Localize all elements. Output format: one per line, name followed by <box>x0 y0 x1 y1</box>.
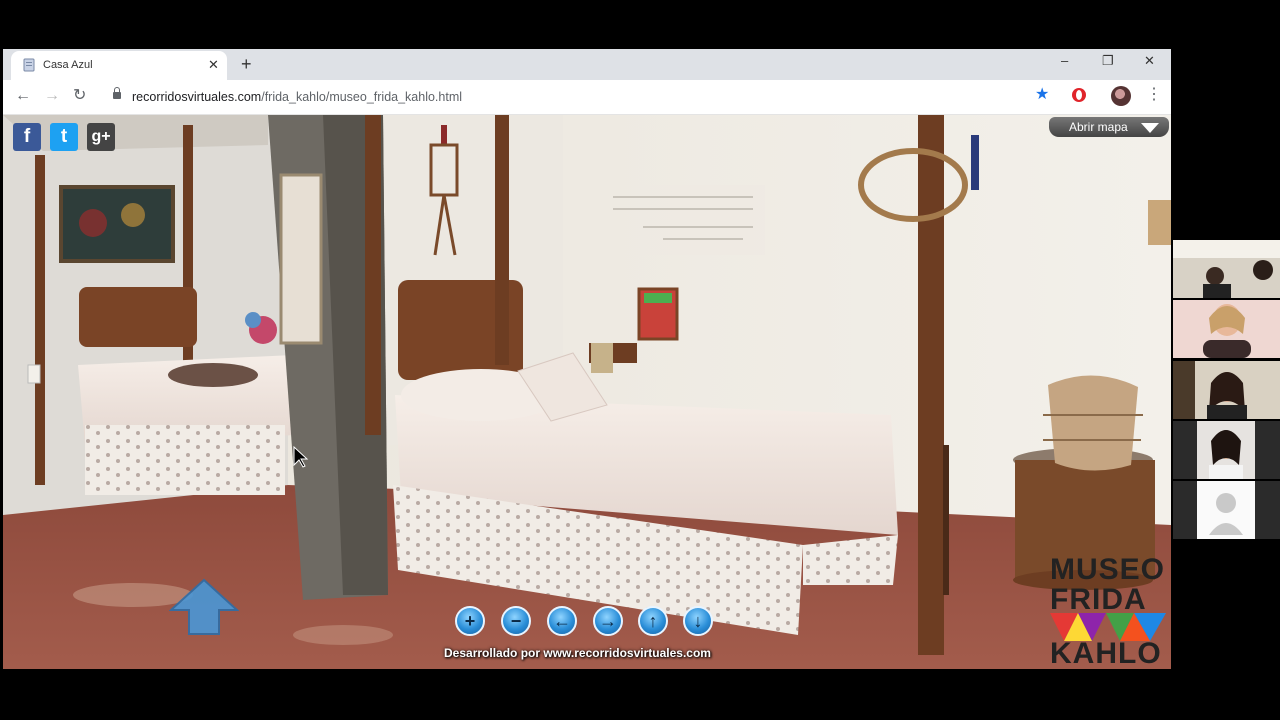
pan-left-button[interactable]: ← <box>547 606 577 636</box>
logo-line-frida: FRIDA <box>1050 583 1147 616</box>
participant-tile-5[interactable] <box>1173 481 1280 539</box>
address-bar[interactable]: recorridosvirtuales.com/frida_kahlo/muse… <box>103 84 1053 110</box>
window-close-icon[interactable]: ✕ <box>1144 53 1155 69</box>
participant-tile-2[interactable] <box>1173 300 1280 358</box>
panorama-viewport[interactable]: f t g+ Abrir mapa + − ← → ↑ ↓ Desarrolla… <box>3 115 1171 669</box>
tab-close-icon[interactable]: ✕ <box>208 58 219 72</box>
triangle-down-icon <box>1141 123 1159 133</box>
browser-window: Casa Azul ✕ + – ❐ ✕ ← → ↻ recorridosvirt… <box>3 49 1171 669</box>
facebook-icon[interactable]: f <box>13 123 41 151</box>
profile-avatar-icon[interactable] <box>1111 86 1131 106</box>
logo-line-museo: MUSEO <box>1050 553 1165 586</box>
reload-icon[interactable]: ↻ <box>73 87 86 105</box>
document-icon <box>23 58 35 72</box>
new-tab-button[interactable]: + <box>241 54 252 74</box>
back-icon[interactable]: ← <box>15 87 31 105</box>
restore-icon[interactable]: ❐ <box>1102 53 1114 69</box>
twitter-icon[interactable]: t <box>50 123 78 151</box>
bookmark-star-icon[interactable]: ★ <box>1035 86 1049 104</box>
pan-down-button[interactable]: ↓ <box>683 606 713 636</box>
zoom-out-button[interactable]: − <box>501 606 531 636</box>
url-text: recorridosvirtuales.com/frida_kahlo/muse… <box>132 90 462 104</box>
open-map-button[interactable]: Abrir mapa <box>1049 117 1169 137</box>
developer-credit[interactable]: Desarrollado por www.recorridosvirtuales… <box>444 646 711 660</box>
zoom-in-button[interactable]: + <box>455 606 485 636</box>
participant-video-2 <box>1173 300 1280 358</box>
participant-tile-4[interactable] <box>1173 421 1280 479</box>
opera-icon[interactable] <box>1072 88 1086 102</box>
tab-strip: Casa Azul ✕ + – ❐ ✕ <box>3 49 1171 80</box>
forward-icon[interactable]: → <box>44 87 60 105</box>
pan-up-button[interactable]: ↑ <box>638 606 668 636</box>
arrow-up-icon[interactable] <box>169 578 239 636</box>
browser-toolbar: ← → ↻ recorridosvirtuales.com/frida_kahl… <box>3 80 1171 115</box>
participant-video-3 <box>1173 361 1280 419</box>
tab-title: Casa Azul <box>43 59 93 71</box>
museo-frida-kahlo-logo: MUSEO FRIDA KAHLO <box>1050 553 1166 665</box>
tab-casa-azul[interactable]: Casa Azul ✕ <box>11 51 227 80</box>
participant-video-4 <box>1173 421 1280 479</box>
logo-line-kahlo: KAHLO <box>1050 637 1162 665</box>
open-map-label: Abrir mapa <box>1069 120 1128 134</box>
avatar-placeholder-icon <box>1173 481 1280 539</box>
googleplus-icon[interactable]: g+ <box>87 123 115 151</box>
participant-tile-1[interactable] <box>1173 240 1280 298</box>
lock-icon <box>113 87 121 99</box>
menu-dots-icon[interactable]: ⋮ <box>1146 86 1162 104</box>
participant-video-1 <box>1173 240 1280 298</box>
minimize-icon[interactable]: – <box>1061 53 1068 68</box>
url-domain: recorridosvirtuales.com <box>132 90 262 104</box>
url-path: /frida_kahlo/museo_frida_kahlo.html <box>261 90 463 104</box>
participant-tile-3[interactable] <box>1173 361 1280 419</box>
pan-right-button[interactable]: → <box>593 606 623 636</box>
